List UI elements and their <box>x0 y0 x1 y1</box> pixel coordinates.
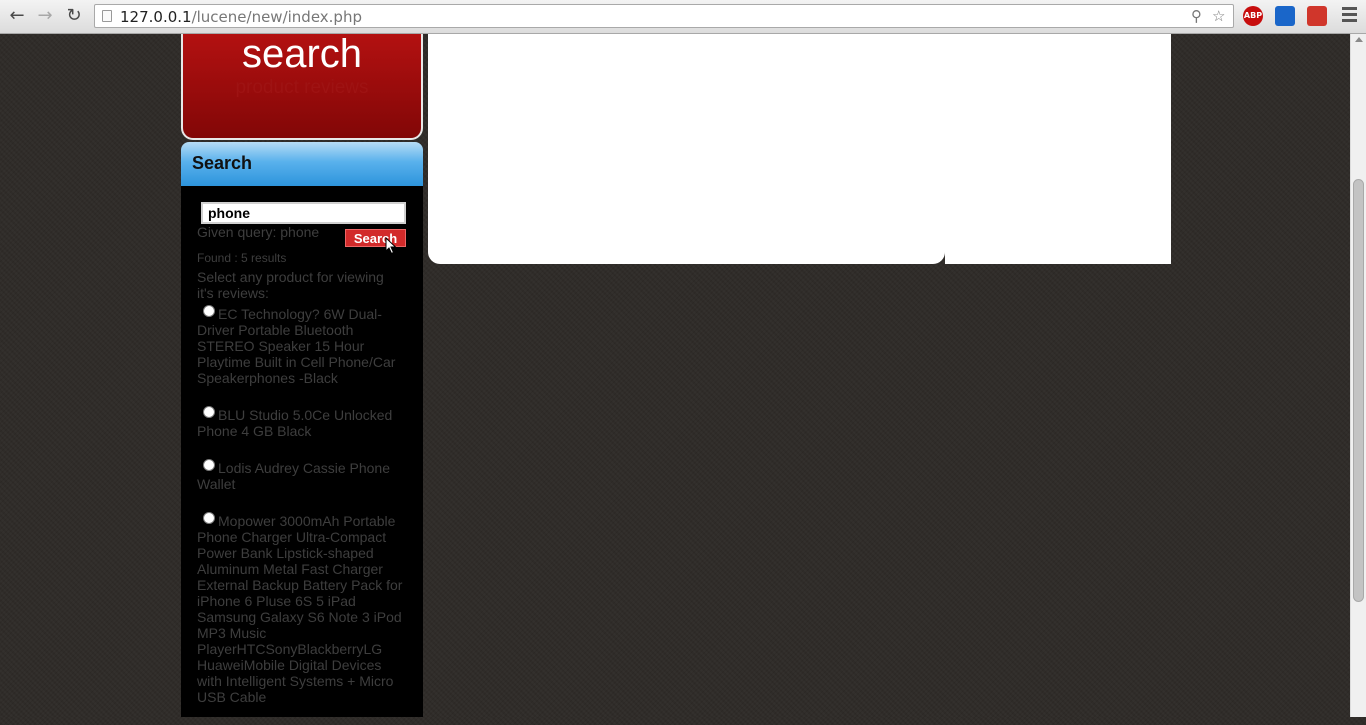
logo-subtitle: product reviews <box>235 77 369 98</box>
search-panel-header: Search <box>181 142 423 186</box>
scroll-thumb[interactable] <box>1353 179 1364 602</box>
site-logo: search product reviews <box>181 32 423 140</box>
result-item[interactable]: EC Technology? 6W Dual-Driver Portable B… <box>197 305 407 386</box>
result-item[interactable]: Mopower 3000mAh Portable Phone Charger U… <box>197 512 407 705</box>
mouse-cursor-icon <box>385 237 397 255</box>
result-radio[interactable] <box>203 512 215 524</box>
extension-book-icon[interactable] <box>1307 6 1327 26</box>
result-radio[interactable] <box>203 459 215 471</box>
forward-arrow-icon[interactable]: → <box>34 5 56 27</box>
browser-toolbar: ← → ↻ 127.0.0.1/lucene/new/index.php ⚲ ☆… <box>0 0 1366 34</box>
result-radio[interactable] <box>203 305 215 317</box>
back-arrow-icon[interactable]: ← <box>6 5 28 27</box>
result-label: Lodis Audrey Cassie Phone Wallet <box>197 460 390 492</box>
result-label: EC Technology? 6W Dual-Driver Portable B… <box>197 306 396 386</box>
results-count: Found : 5 results <box>197 251 287 265</box>
url-text[interactable]: 127.0.0.1/lucene/new/index.php <box>120 8 362 26</box>
search-input[interactable] <box>201 202 406 224</box>
adblock-plus-icon[interactable]: ABP <box>1243 6 1263 26</box>
reload-icon[interactable]: ↻ <box>63 5 85 27</box>
result-label: Mopower 3000mAh Portable Phone Charger U… <box>197 513 403 705</box>
extension-blue-icon[interactable] <box>1275 6 1295 26</box>
query-text: Given query: phone <box>197 224 320 240</box>
result-item[interactable]: Lodis Audrey Cassie Phone Wallet <box>197 459 407 492</box>
address-bar[interactable]: 127.0.0.1/lucene/new/index.php ⚲ ☆ <box>94 4 1234 28</box>
zoom-icon[interactable]: ⚲ <box>1191 7 1202 25</box>
logo-title: search <box>241 32 363 76</box>
page-scrollbar[interactable] <box>1350 34 1366 717</box>
instruction-text: Select any product for viewing it's revi… <box>197 269 384 301</box>
results-list: EC Technology? 6W Dual-Driver Portable B… <box>197 305 407 725</box>
side-content-panel <box>945 34 1171 264</box>
main-content-panel <box>428 34 945 264</box>
page-icon <box>102 10 112 22</box>
menu-icon[interactable] <box>1342 7 1357 25</box>
result-radio[interactable] <box>203 406 215 418</box>
result-item[interactable]: BLU Studio 5.0Ce Unlocked Phone 4 GB Bla… <box>197 406 407 439</box>
result-label: BLU Studio 5.0Ce Unlocked Phone 4 GB Bla… <box>197 407 393 439</box>
search-panel-title: Search <box>192 153 253 173</box>
bookmark-star-icon[interactable]: ☆ <box>1212 7 1225 25</box>
scroll-up-arrow-icon[interactable] <box>1355 37 1363 42</box>
